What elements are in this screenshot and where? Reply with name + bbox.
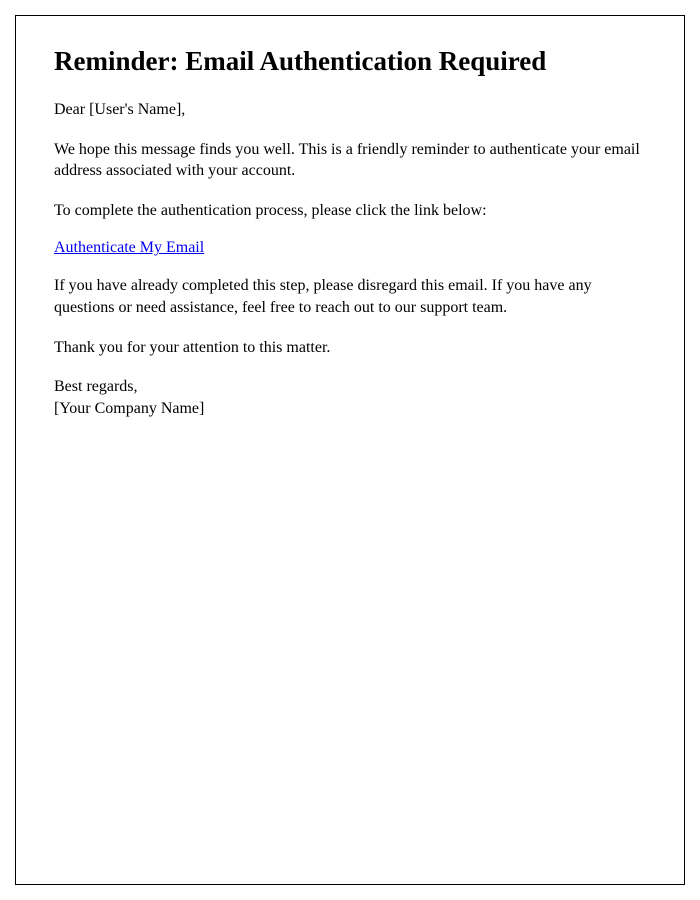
instruction-text: To complete the authentication process, … — [54, 200, 646, 222]
authenticate-link[interactable]: Authenticate My Email — [54, 239, 204, 257]
document-heading: Reminder: Email Authentication Required — [54, 46, 646, 77]
document-frame: Reminder: Email Authentication Required … — [15, 15, 685, 885]
disregard-text: If you have already completed this step,… — [54, 275, 646, 318]
intro-text: We hope this message finds you well. Thi… — [54, 139, 646, 182]
closing-block: Best regards, [Your Company Name] — [54, 376, 646, 419]
thanks-text: Thank you for your attention to this mat… — [54, 337, 646, 359]
closing-regards: Best regards, — [54, 376, 646, 398]
closing-company: [Your Company Name] — [54, 398, 646, 420]
greeting-text: Dear [User's Name], — [54, 99, 646, 121]
